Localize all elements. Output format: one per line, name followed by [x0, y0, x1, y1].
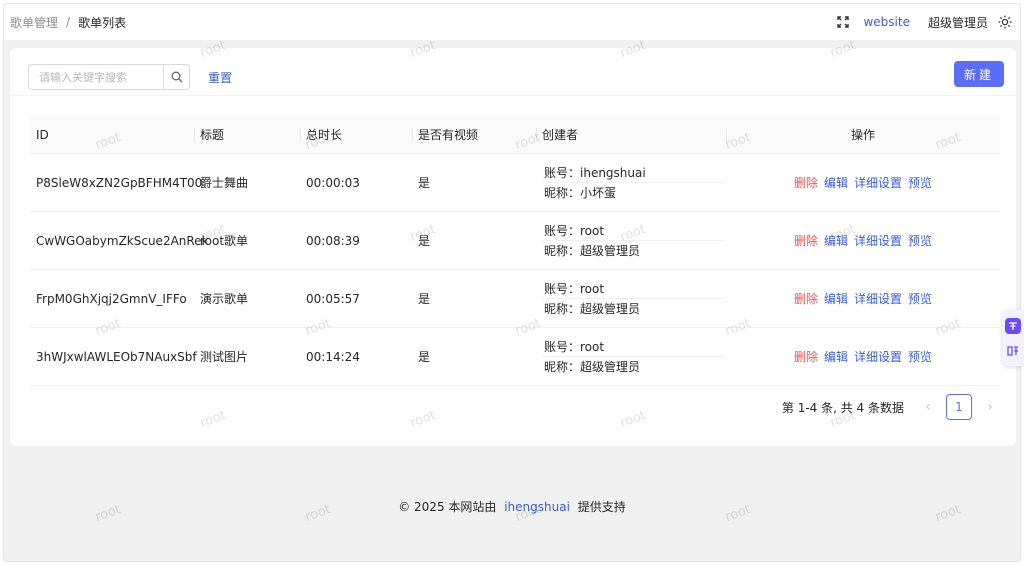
cell-creator: 账号：root 昵称：超级管理员	[536, 328, 726, 385]
column-header-duration: 总时长	[300, 116, 412, 153]
user-menu[interactable]: 超级管理员	[928, 14, 988, 31]
cell-duration: 00:05:57	[306, 291, 360, 306]
breadcrumb: 歌单管理 / 歌单列表	[10, 4, 126, 40]
creator-nickname: 昵称：超级管理员	[544, 302, 641, 316]
delete-button[interactable]: 删除	[794, 290, 818, 307]
cell-has-video: 是	[418, 292, 431, 306]
search-input[interactable]	[29, 65, 163, 89]
cell-title: root歌单	[200, 234, 249, 248]
breadcrumb-parent[interactable]: 歌单管理	[10, 14, 58, 31]
search-box	[28, 64, 190, 90]
cell-id: 3hWJxwlAWLEOb7NAuxSbf	[36, 349, 197, 364]
edit-button[interactable]: 编辑	[824, 290, 848, 307]
cell-actions: 删除 编辑 详细设置 预览	[726, 328, 1000, 385]
preview-button[interactable]: 预览	[908, 348, 932, 365]
toolbar: 重置 新建	[10, 48, 1016, 96]
edit-button[interactable]: 编辑	[824, 348, 848, 365]
settings-button[interactable]: 详细设置	[854, 174, 902, 191]
playlist-table: ID 标题 总时长 是否有视频 创建者 操作 P8SleW8xZN2GpBFHM…	[30, 116, 1000, 386]
cell-id: P8SleW8xZN2GpBFHM4T00	[36, 175, 203, 190]
cell-actions: 删除 编辑 详细设置 预览	[726, 154, 1000, 211]
creator-nickname: 昵称：超级管理员	[544, 360, 641, 374]
cell-title: 爵士舞曲	[200, 176, 249, 190]
table-row: P8SleW8xZN2GpBFHM4T00 爵士舞曲 00:00:03 是 账号…	[30, 154, 1000, 212]
column-header-creator: 创建者	[536, 116, 726, 153]
column-header-title: 标题	[194, 116, 300, 153]
translate-plugin-icon[interactable]	[1005, 317, 1021, 334]
cell-title: 测试图片	[200, 350, 249, 364]
cell-title: 演示歌单	[200, 292, 249, 306]
table-row: FrpM0GhXjqj2GmnV_IFFo 演示歌单 00:05:57 是 账号…	[30, 270, 1000, 328]
cell-duration: 00:08:39	[306, 233, 360, 248]
theme-toggle-icon[interactable]	[998, 15, 1012, 29]
creator-account: 账号：root	[542, 337, 724, 357]
table-row: CwWGOabymZkScue2AnRek root歌单 00:08:39 是 …	[30, 212, 1000, 270]
cell-actions: 删除 编辑 详细设置 预览	[726, 212, 1000, 269]
cell-duration: 00:14:24	[306, 349, 360, 364]
preview-button[interactable]: 预览	[908, 290, 932, 307]
next-page-button[interactable]: ›	[978, 399, 1002, 415]
settings-button[interactable]: 详细设置	[854, 348, 902, 365]
cell-creator: 账号：root 昵称：超级管理员	[536, 270, 726, 327]
creator-account: 账号：root	[542, 279, 724, 299]
breadcrumb-separator: /	[66, 15, 71, 29]
fullscreen-icon[interactable]	[837, 16, 850, 28]
prev-page-button[interactable]: ‹	[916, 399, 940, 415]
edit-button[interactable]: 编辑	[824, 174, 848, 191]
creator-nickname: 昵称：小坏蛋	[544, 186, 617, 200]
top-header: 歌单管理 / 歌单列表 website 超级管理员	[4, 4, 1020, 40]
cell-creator: 账号：root 昵称：超级管理员	[536, 212, 726, 269]
app-window: 歌单管理 / 歌单列表 website 超级管理员 请输入关键字搜索 重置 新建…	[3, 3, 1021, 562]
preview-button[interactable]: 预览	[908, 232, 932, 249]
cell-actions: 删除 编辑 详细设置 预览	[726, 270, 1000, 327]
settings-button[interactable]: 详细设置	[854, 232, 902, 249]
creator-nickname: 昵称：超级管理员	[544, 244, 641, 258]
cell-id: FrpM0GhXjqj2GmnV_IFFo	[36, 291, 187, 306]
search-button[interactable]	[163, 65, 189, 89]
new-button[interactable]: 新建	[954, 61, 1004, 87]
settings-button[interactable]: 详细设置	[854, 290, 902, 307]
footer-brand-link[interactable]: ihengshuai	[504, 500, 570, 514]
page-button-current[interactable]: 1	[946, 394, 972, 420]
cell-has-video: 是	[418, 234, 431, 248]
cell-has-video: 是	[418, 350, 431, 364]
reset-button[interactable]: 重置	[208, 69, 232, 86]
footer-copyright: © 2025 本网站由	[398, 500, 497, 514]
edit-button[interactable]: 编辑	[824, 232, 848, 249]
delete-button[interactable]: 删除	[794, 232, 818, 249]
table-header: ID 标题 总时长 是否有视频 创建者 操作	[30, 116, 1000, 154]
floating-tool-panel	[1002, 310, 1024, 366]
footer: © 2025 本网站由 ihengshuai 提供支持	[4, 498, 1020, 515]
column-header-id: ID	[36, 127, 49, 142]
cell-has-video: 是	[418, 176, 431, 190]
table-row: 3hWJxwlAWLEOb7NAuxSbf 测试图片 00:14:24 是 账号…	[30, 328, 1000, 386]
delete-button[interactable]: 删除	[794, 174, 818, 191]
preview-button[interactable]: 预览	[908, 174, 932, 191]
column-header-has-video: 是否有视频	[412, 116, 536, 153]
column-header-actions: 操作	[726, 116, 1000, 153]
cell-id: CwWGOabymZkScue2AnRek	[36, 233, 209, 248]
breadcrumb-current: 歌单列表	[78, 15, 127, 30]
creator-account: 账号：ihengshuai	[542, 163, 724, 183]
cell-duration: 00:00:03	[306, 175, 360, 190]
pagination: 第 1-4 条, 共 4 条数据 ‹ 1 ›	[782, 394, 1002, 420]
header-actions: website 超级管理员	[837, 4, 1012, 40]
cell-creator: 账号：ihengshuai 昵称：小坏蛋	[536, 154, 726, 211]
search-icon	[171, 71, 182, 83]
footer-suffix: 提供支持	[577, 500, 626, 514]
creator-account: 账号：root	[542, 221, 724, 241]
dictionary-plugin-icon[interactable]	[1005, 343, 1021, 359]
website-link[interactable]: website	[863, 15, 910, 29]
content-card: 重置 新建 ID 标题 总时长 是否有视频 创建者 操作 P8SleW8xZN2…	[10, 48, 1016, 446]
pagination-summary: 第 1-4 条, 共 4 条数据	[781, 400, 904, 415]
delete-button[interactable]: 删除	[794, 348, 818, 365]
